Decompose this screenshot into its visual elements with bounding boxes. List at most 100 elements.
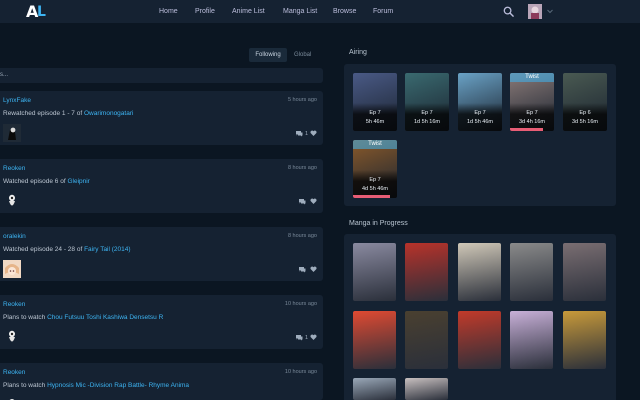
manga-tile[interactable] (353, 378, 396, 400)
manga-tile[interactable] (353, 243, 396, 301)
activity-text: Watched episode 24 - 28 of Fairy Tail (2… (3, 246, 131, 253)
activity-media-link[interactable]: Gleipnir (67, 178, 89, 185)
cover-art (353, 378, 396, 400)
manga-tile[interactable] (458, 311, 501, 369)
airing-countdown: 5h 46m (365, 119, 385, 125)
anilist-logo[interactable]: A L (26, 3, 48, 20)
nav-browse[interactable]: Browse (333, 0, 356, 23)
airing-episode: Ep 7 (474, 110, 486, 116)
activity-media-link[interactable]: Owarimonogatari (84, 110, 134, 117)
airing-badge: Twist (353, 140, 397, 149)
cover-art (563, 311, 606, 369)
activity-time: 8 hours ago (287, 165, 317, 171)
airing-tile[interactable]: Ep 6 3d 5h 16m (563, 73, 607, 131)
airing-episode: Ep 6 (579, 110, 591, 116)
activity-text: Watched episode 6 of Gleipnir (3, 178, 90, 185)
cover-art (405, 311, 448, 369)
airing-tile[interactable]: Ep 7 5h 46m (353, 73, 397, 131)
airing-episode: Ep 7 (526, 110, 538, 116)
activity-user[interactable]: Reoken (3, 369, 25, 376)
cover-art (405, 243, 448, 301)
manga-title: Manga in Progress (349, 220, 408, 227)
activity-avatar[interactable] (3, 124, 21, 142)
status-input[interactable]: s... (0, 68, 323, 83)
nav-home[interactable]: Home (159, 0, 178, 23)
cover-art (563, 243, 606, 301)
nav-manga-list[interactable]: Manga List (283, 0, 317, 23)
activity-time: 5 hours ago (287, 97, 317, 103)
airing-tile[interactable]: Twist Ep 7 4d 5h 46m (353, 140, 397, 198)
manga-tile[interactable] (458, 243, 501, 301)
reply-count: 1 (304, 130, 308, 137)
heart-icon[interactable] (310, 334, 317, 341)
nav-forum[interactable]: Forum (373, 0, 393, 23)
activity-avatar[interactable] (3, 192, 21, 210)
airing-tile[interactable]: Ep 7 1d 5h 46m (458, 73, 502, 131)
activity-card: oralekin 8 hours ago Watched episode 24 … (0, 227, 323, 281)
manga-tile[interactable] (563, 243, 606, 301)
manga-tile[interactable] (405, 378, 448, 400)
airing-tile[interactable]: Ep 7 1d 5h 16m (405, 73, 449, 131)
activity-card: Reoken 8 hours ago Watched episode 6 of … (0, 159, 323, 213)
reply-icon[interactable] (298, 266, 306, 273)
manga-tile[interactable] (563, 311, 606, 369)
cover-art (458, 243, 501, 301)
nav-anime-list[interactable]: Anime List (232, 0, 265, 23)
airing-countdown: 4d 5h 46m (362, 186, 388, 192)
manga-tile[interactable] (510, 311, 553, 369)
reply-icon[interactable] (298, 198, 306, 205)
airing-tile[interactable]: Twist Ep 7 3d 4h 16m (510, 73, 554, 131)
activity-card: Reoken 10 hours ago Plans to watch Hypno… (0, 363, 323, 400)
reply-icon[interactable] (295, 130, 303, 137)
nav-profile[interactable]: Profile (195, 0, 215, 23)
heart-icon[interactable] (310, 198, 317, 205)
tab-global[interactable]: Global (294, 48, 311, 62)
manga-panel (344, 234, 616, 400)
activity-media-link[interactable]: Hypnosis Mic -Division Rap Battle- Rhyme… (47, 382, 189, 389)
cover-art (405, 378, 448, 400)
manga-tile[interactable] (405, 243, 448, 301)
airing-panel: Ep 7 5h 46m Ep 7 1d 5h 16m Ep 7 1d 5h 46… (344, 64, 616, 206)
airing-countdown: 3d 5h 16m (572, 119, 598, 125)
activity-user[interactable]: oralekin (3, 233, 26, 240)
user-avatar-image (528, 4, 542, 19)
activity-avatar[interactable] (3, 328, 21, 346)
watch-progress-bar (353, 195, 391, 198)
heart-icon[interactable] (310, 266, 317, 273)
airing-countdown: 3d 4h 16m (519, 119, 545, 125)
chevron-down-icon[interactable] (546, 7, 554, 15)
activity-media-link[interactable]: Chou Futsuu Toshi Kashiwa Densetsu R (47, 314, 163, 321)
manga-tile[interactable] (510, 243, 553, 301)
manga-tile[interactable] (353, 311, 396, 369)
airing-badge: Twist (510, 73, 554, 82)
cover-art (510, 243, 553, 301)
activity-text: Plans to watch Chou Futsuu Toshi Kashiwa… (3, 314, 164, 321)
activity-time: 8 hours ago (287, 233, 317, 239)
activity-user[interactable]: Reoken (3, 165, 25, 172)
tab-following[interactable]: Following (249, 48, 287, 62)
manga-tile[interactable] (405, 311, 448, 369)
cover-art (353, 311, 396, 369)
cover-art (458, 311, 501, 369)
activity-avatar[interactable] (3, 260, 21, 278)
status-input-placeholder: s... (0, 72, 9, 78)
airing-episode: Ep 7 (369, 110, 381, 116)
user-avatar[interactable] (528, 4, 542, 19)
top-navigation-bar: A L Home Profile Anime List Manga List B… (0, 0, 640, 23)
airing-countdown: 1d 5h 16m (414, 119, 440, 125)
activity-media-link[interactable]: Fairy Tail (2014) (84, 246, 130, 253)
activity-text: Plans to watch Hypnosis Mic -Division Ra… (3, 382, 190, 389)
activity-avatar[interactable] (3, 392, 21, 400)
heart-icon[interactable] (310, 130, 317, 137)
activity-user[interactable]: Reoken (3, 301, 25, 308)
airing-episode: Ep 7 (421, 110, 433, 116)
cover-art (353, 243, 396, 301)
activity-text: Rewatched episode 1 - 7 of Owarimonogata… (3, 110, 134, 117)
activity-time: 10 hours ago (284, 301, 317, 307)
activity-time: 10 hours ago (284, 369, 317, 375)
activity-card: LynxFake 5 hours ago Rewatched episode 1… (0, 91, 323, 145)
reply-count: 1 (304, 334, 308, 341)
reply-icon[interactable] (295, 334, 303, 341)
activity-user[interactable]: LynxFake (3, 97, 31, 104)
search-icon[interactable] (503, 6, 514, 17)
